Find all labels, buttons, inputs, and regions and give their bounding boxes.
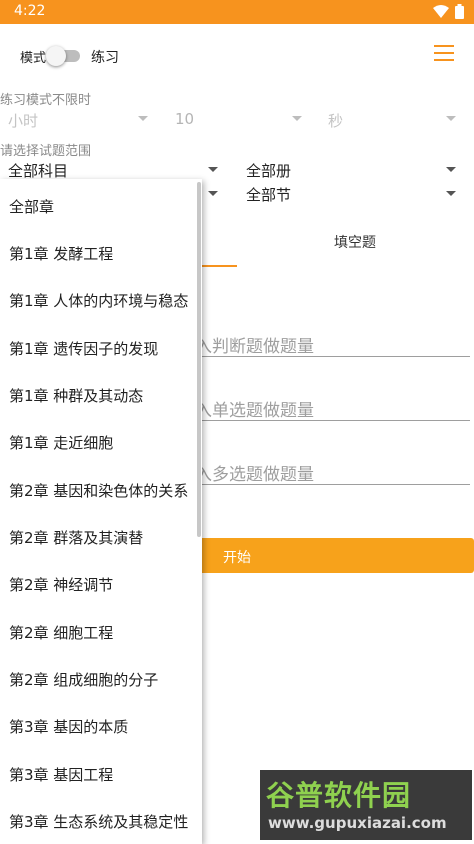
- dropdown-item[interactable]: 第1章 种群及其动态: [9, 385, 143, 406]
- wifi-icon: [433, 4, 449, 18]
- dropdown-item[interactable]: 第3章 基因的本质: [9, 716, 128, 737]
- dropdown-item[interactable]: 第2章 群落及其演替: [9, 527, 143, 548]
- dropdown-item[interactable]: 第1章 发酵工程: [9, 243, 113, 264]
- mode-label: 模式: [20, 51, 47, 66]
- seconds-select[interactable]: 秒: [328, 110, 343, 131]
- battery-icon: [455, 4, 464, 19]
- seconds-dropdown-icon: [446, 116, 456, 121]
- dropdown-item[interactable]: 第1章 人体的内环境与稳态: [9, 290, 188, 311]
- minutes-dropdown-icon: [292, 116, 302, 121]
- volume-dropdown-icon: [446, 167, 456, 172]
- dropdown-scrollbar[interactable]: [197, 182, 201, 537]
- single-input-underline: [200, 420, 470, 421]
- judge-input-underline: [200, 356, 470, 357]
- dropdown-item[interactable]: 第1章 走近细胞: [9, 432, 113, 453]
- range-title: 请选择试题范围: [0, 144, 92, 159]
- dropdown-item[interactable]: 第2章 基因和染色体的关系: [9, 480, 188, 501]
- section-dropdown-icon: [446, 191, 456, 196]
- hours-dropdown-icon: [138, 116, 148, 121]
- chapter-dropdown-list[interactable]: 全部章 第1章 发酵工程 第1章 人体的内环境与稳态 第1章 遗传因子的发现 第…: [0, 179, 202, 844]
- volume-select[interactable]: 全部册: [246, 160, 291, 181]
- menu-icon[interactable]: [434, 45, 454, 63]
- dropdown-item[interactable]: 第3章 基因工程: [9, 764, 113, 785]
- watermark-url: www.gupuxiazai.com: [268, 814, 447, 832]
- timer-title: 练习模式不限时: [0, 93, 92, 108]
- section-select[interactable]: 全部节: [246, 184, 291, 205]
- status-time: 4:22: [14, 3, 46, 19]
- subject-select[interactable]: 全部科目: [8, 160, 68, 181]
- mode-toggle-label: 练习: [91, 50, 119, 66]
- dropdown-item[interactable]: 第2章 组成细胞的分子: [9, 669, 158, 690]
- status-bar: 4:22: [0, 0, 474, 24]
- multi-input-underline: [200, 484, 470, 485]
- tab-indicator: [200, 265, 237, 267]
- watermark-logo: 谷普软件园 www.gupuxiazai.com: [260, 770, 472, 840]
- dropdown-item[interactable]: 第2章 细胞工程: [9, 622, 113, 643]
- dropdown-item[interactable]: 第3章 生态系统及其稳定性: [9, 811, 188, 832]
- tab-fill-blank[interactable]: 填空题: [334, 232, 376, 252]
- watermark-brand: 谷普软件园: [266, 779, 412, 812]
- start-button-label: 开始: [223, 550, 251, 566]
- minutes-select[interactable]: 10: [175, 110, 194, 128]
- dropdown-item-all-chapters[interactable]: 全部章: [9, 196, 54, 217]
- dropdown-item[interactable]: 第2章 神经调节: [9, 574, 113, 595]
- dropdown-item[interactable]: 第1章 遗传因子的发现: [9, 338, 158, 359]
- subject-dropdown-icon: [208, 167, 218, 172]
- chapter-dropdown-icon: [208, 191, 218, 196]
- mode-toggle[interactable]: [46, 46, 66, 66]
- hours-select[interactable]: 小时: [8, 110, 38, 131]
- status-icons: [433, 4, 464, 19]
